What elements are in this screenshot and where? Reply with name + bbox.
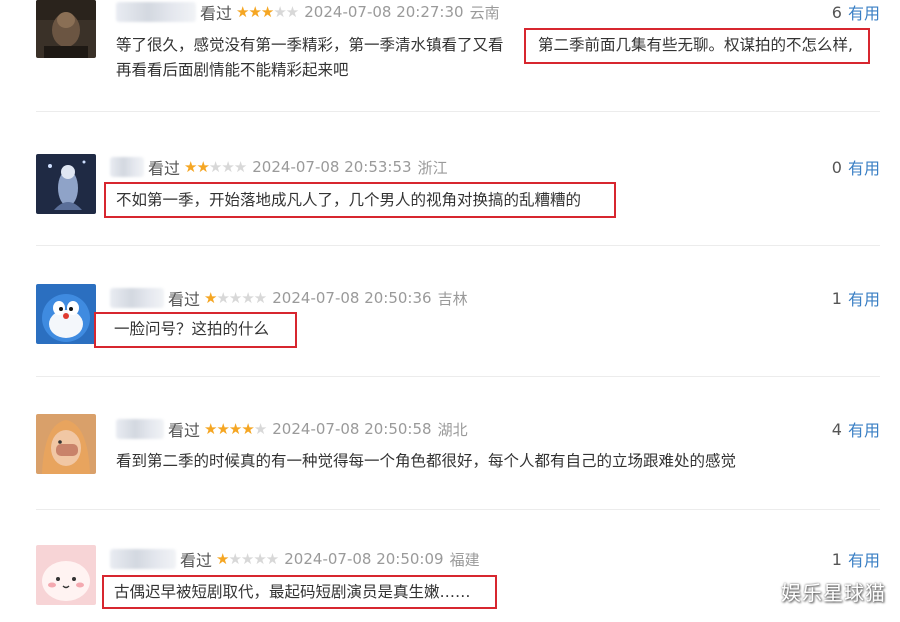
- watched-status: 看过: [200, 4, 233, 23]
- review-location: 浙江: [417, 158, 448, 177]
- avatar[interactable]: [36, 154, 96, 214]
- useful-vote: 1 有用: [831, 547, 880, 571]
- review-time: 2024-07-08 20:27:30: [304, 3, 464, 21]
- review-text-highlighted: 一脸问号？这拍的什么: [114, 320, 270, 338]
- avatar[interactable]: [36, 284, 96, 344]
- review-location: 湖北: [437, 420, 468, 439]
- divider: [36, 111, 880, 112]
- star-rating: ★★★★★: [236, 3, 299, 21]
- star-rating: ★★★★★: [216, 550, 279, 568]
- useful-vote: 0 有用: [831, 155, 880, 179]
- username-blurred: [110, 549, 176, 569]
- star-rating: ★★★★★: [204, 420, 267, 438]
- review-text-highlighted: 古偶迟早被短剧取代，最起码短剧演员是真生嫩……: [114, 583, 471, 601]
- useful-count: 4: [831, 419, 842, 439]
- star-empty-icon: ★★★: [208, 158, 247, 176]
- review-text-line: 再看看后面剧情能不能精彩起来吧: [116, 61, 349, 79]
- star-icon: ★★★★: [204, 420, 255, 438]
- useful-button[interactable]: 有用: [848, 286, 880, 310]
- useful-count: 6: [831, 2, 842, 22]
- star-rating: ★★★★★: [184, 158, 247, 176]
- useful-count: 1: [831, 549, 842, 569]
- star-empty-icon: ★★★★: [216, 289, 267, 307]
- star-empty-icon: ★: [253, 420, 267, 438]
- useful-vote: 6 有用: [831, 0, 880, 24]
- review-text: 看到第二季的时候真的有一种觉得每一个角色都很好，每个人都有自己的立场跟难处的感觉: [116, 452, 737, 470]
- star-icon: ★★★: [236, 3, 274, 21]
- review-time: 2024-07-08 20:53:53: [252, 158, 412, 176]
- divider: [36, 376, 880, 377]
- watched-status: 看过: [180, 551, 213, 570]
- useful-vote: 4 有用: [831, 417, 880, 441]
- review-text-highlighted: 第二季前面几集有些无聊。权谋拍的不怎么样,: [538, 36, 853, 54]
- review-meta: 看过 ★★★★★ 2024-07-08 20:50:09 福建: [110, 548, 480, 570]
- username-blurred: [116, 2, 196, 22]
- divider: [36, 509, 880, 510]
- review-meta: 看过 ★★★★★ 2024-07-08 20:27:30 云南: [116, 1, 500, 23]
- username-blurred: [110, 288, 164, 308]
- star-empty-icon: ★★★★: [228, 550, 279, 568]
- watermark: 娱乐星球猫: [781, 581, 886, 605]
- review-location: 云南: [469, 3, 500, 22]
- divider: [36, 245, 880, 246]
- review-time: 2024-07-08 20:50:09: [284, 550, 444, 568]
- review-time: 2024-07-08 20:50:36: [272, 289, 432, 307]
- star-icon: ★★: [184, 158, 210, 176]
- useful-button[interactable]: 有用: [848, 0, 880, 24]
- useful-button[interactable]: 有用: [848, 547, 880, 571]
- useful-count: 1: [831, 288, 842, 308]
- review-text-highlighted: 不如第一季，开始落地成凡人了，几个男人的视角对换搞的乱糟糟的: [116, 191, 582, 209]
- review-meta: 看过 ★★★★★ 2024-07-08 20:50:58 湖北: [116, 418, 468, 440]
- review-location: 吉林: [437, 289, 468, 308]
- watched-status: 看过: [168, 290, 201, 309]
- star-icon: ★: [216, 550, 229, 568]
- username-blurred: [116, 419, 164, 439]
- useful-count: 0: [831, 157, 842, 177]
- review-meta: 看过 ★★★★★ 2024-07-08 20:53:53 浙江: [110, 156, 448, 178]
- star-icon: ★: [204, 289, 217, 307]
- username-blurred: [110, 157, 144, 177]
- star-rating: ★★★★★: [204, 289, 267, 307]
- watched-status: 看过: [168, 421, 201, 440]
- useful-button[interactable]: 有用: [848, 155, 880, 179]
- avatar[interactable]: [36, 0, 96, 58]
- review-text-line: 等了很久，感觉没有第一季精彩，第一季清水镇看了又看: [116, 36, 504, 54]
- watched-status: 看过: [148, 159, 181, 178]
- star-empty-icon: ★★: [273, 3, 299, 21]
- avatar[interactable]: [36, 414, 96, 474]
- review-location: 福建: [449, 550, 480, 569]
- avatar[interactable]: [36, 545, 96, 605]
- useful-vote: 1 有用: [831, 286, 880, 310]
- review-meta: 看过 ★★★★★ 2024-07-08 20:50:36 吉林: [110, 287, 468, 309]
- review-time: 2024-07-08 20:50:58: [272, 420, 432, 438]
- useful-button[interactable]: 有用: [848, 417, 880, 441]
